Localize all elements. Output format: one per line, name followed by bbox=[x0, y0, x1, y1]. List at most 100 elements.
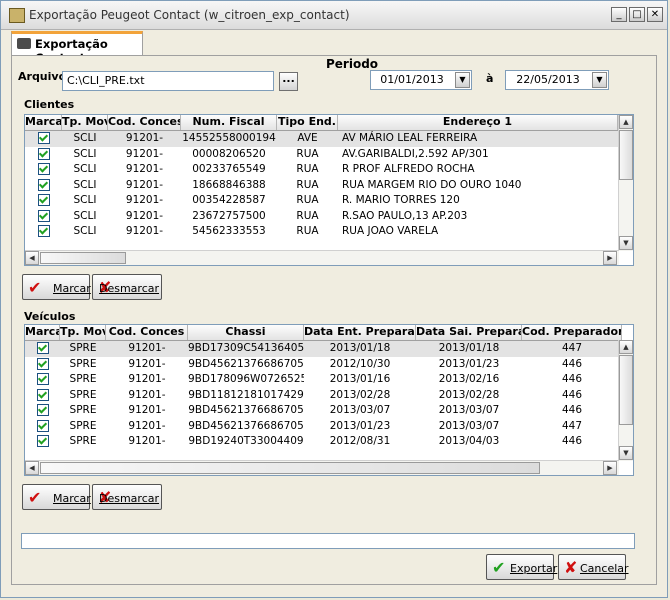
scroll-down-icon[interactable]: ▼ bbox=[619, 446, 633, 460]
table-row[interactable]: SPRE 91201- 9BD11812181017429 2013/02/28 201… bbox=[25, 388, 622, 404]
checkbox[interactable] bbox=[37, 225, 50, 237]
marca-cell[interactable] bbox=[25, 434, 60, 450]
table-row[interactable]: SCLI 91201- 23672757500 RUA R.SAO PAULO,13 A… bbox=[25, 209, 618, 225]
marca-cell[interactable] bbox=[25, 419, 60, 435]
marca-cell[interactable] bbox=[25, 178, 62, 194]
veiculos-cell-ent: 2013/01/23 bbox=[329, 419, 391, 432]
table-row[interactable]: SCLI 91201- 18668846388 RUA RUA MARGEM RIO D… bbox=[25, 178, 618, 194]
table-row[interactable]: SPRE 91201- 9BD17309C54136405 2013/01/18 201… bbox=[25, 341, 622, 357]
checkbox[interactable] bbox=[36, 342, 49, 354]
exportar-button[interactable]: ✔ Exportar bbox=[486, 554, 557, 580]
veiculos-cell-ent: 2013/01/18 bbox=[329, 342, 391, 354]
scroll-thumb[interactable] bbox=[40, 462, 540, 474]
veiculos-desmarcar-button[interactable]: ✘ Desmarcar bbox=[92, 484, 162, 510]
checkbox[interactable] bbox=[36, 435, 49, 447]
veiculos-cell-prep: 446 bbox=[561, 388, 583, 401]
tab-exportacao-contact[interactable]: Exportação Contact bbox=[11, 31, 143, 65]
checkbox[interactable] bbox=[37, 194, 50, 206]
clientes-desmarcar-button[interactable]: ✘ Desmarcar bbox=[92, 274, 162, 300]
clientes-marcar-button[interactable]: ✔ Marcar bbox=[22, 274, 91, 300]
table-row[interactable]: SPRE 91201- 9BD45621376686705 2012/10/30 201… bbox=[25, 357, 622, 373]
clientes-column-header[interactable]: Marca bbox=[25, 115, 62, 130]
veiculos-cell-prep: 446 bbox=[561, 373, 583, 385]
arquivo-input[interactable]: C:\CLI_PRE.txt bbox=[62, 71, 274, 91]
scroll-left-icon[interactable]: ◀ bbox=[25, 251, 39, 265]
veiculos-cell-sai: 2013/04/03 bbox=[438, 435, 500, 447]
veiculos-column-header[interactable]: Data Ent. Preparador bbox=[304, 325, 416, 340]
scroll-thumb[interactable] bbox=[40, 252, 126, 264]
clientes-vertical-scrollbar[interactable]: ▲ ▼ bbox=[618, 115, 633, 251]
app-icon bbox=[9, 8, 25, 23]
checkbox[interactable] bbox=[37, 178, 50, 191]
veiculos-cell-cod: 91201- bbox=[128, 342, 166, 354]
table-row[interactable]: SPRE 91201- 9BD45621376686705 2013/03/07 201… bbox=[25, 403, 622, 419]
periodo-to-value: 22/05/2013 bbox=[516, 73, 580, 86]
marca-cell[interactable] bbox=[25, 403, 60, 419]
checkbox[interactable] bbox=[37, 132, 50, 144]
veiculos-column-header[interactable]: Marca bbox=[25, 325, 60, 340]
checkbox[interactable] bbox=[37, 163, 50, 175]
veiculos-marcar-button[interactable]: ✔ Marcar bbox=[22, 484, 91, 510]
marca-cell[interactable] bbox=[25, 372, 60, 388]
checkbox[interactable] bbox=[36, 357, 49, 370]
table-row[interactable]: SPRE 91201- 9BD45621376686705 2013/01/23 201… bbox=[25, 419, 622, 435]
table-row[interactable]: SCLI 91201- 14552558000194 AVE AV MÁRIO LEAL… bbox=[25, 131, 618, 147]
scroll-up-icon[interactable]: ▲ bbox=[619, 340, 633, 354]
chevron-down-icon[interactable]: ▼ bbox=[592, 72, 607, 88]
scroll-thumb[interactable] bbox=[619, 130, 633, 180]
clientes-column-header[interactable]: Tipo End. bbox=[277, 115, 338, 130]
marca-cell[interactable] bbox=[25, 147, 62, 163]
clientes-horizontal-scrollbar[interactable]: ◀ ▶ bbox=[25, 250, 619, 265]
marca-cell[interactable] bbox=[25, 131, 62, 147]
veiculos-grid[interactable]: Marca Tp. Mov Cod. Conces Chassi Data Ent. P… bbox=[24, 324, 634, 476]
veiculos-cell-ent: 2013/02/28 bbox=[329, 388, 391, 401]
marca-cell[interactable] bbox=[25, 357, 60, 373]
clientes-column-header[interactable]: Num. Fiscal bbox=[181, 115, 277, 130]
checkbox[interactable] bbox=[36, 373, 49, 385]
checkbox[interactable] bbox=[36, 419, 49, 432]
browse-button[interactable]: ... bbox=[279, 72, 298, 91]
table-row[interactable]: SCLI 91201- 54562333553 RUA RUA JOAO VARELA bbox=[25, 224, 618, 240]
chevron-down-icon[interactable]: ▼ bbox=[455, 72, 470, 88]
checkbox[interactable] bbox=[37, 209, 50, 222]
check-icon: ✔ bbox=[28, 278, 42, 297]
table-row[interactable]: SPRE 91201- 9BD178096W0726525 2013/01/16 201… bbox=[25, 372, 622, 388]
table-row[interactable]: SCLI 91201- 00354228587 RUA R. MARIO TORRES … bbox=[25, 193, 618, 209]
periodo-from-select[interactable]: 01/01/2013 ▼ bbox=[370, 70, 472, 90]
veiculos-column-header[interactable]: Cod. Preparador bbox=[522, 325, 622, 340]
veiculos-column-header[interactable]: Chassi bbox=[188, 325, 304, 340]
scroll-left-icon[interactable]: ◀ bbox=[25, 461, 39, 475]
table-row[interactable]: SCLI 91201- 00233765549 RUA R PROF ALFREDO R… bbox=[25, 162, 618, 178]
scroll-up-icon[interactable]: ▲ bbox=[619, 115, 633, 129]
periodo-from-value: 01/01/2013 bbox=[380, 73, 444, 86]
checkbox[interactable] bbox=[36, 388, 49, 401]
veiculos-horizontal-scrollbar[interactable]: ◀ ▶ bbox=[25, 460, 619, 475]
table-row[interactable]: SPRE 91201- 9BD19240T33004409 2012/08/31 201… bbox=[25, 434, 622, 450]
close-button[interactable]: ✕ bbox=[647, 7, 663, 22]
clientes-grid[interactable]: Marca Tp. Mov Cod. Conces Num. Fiscal Tipo E… bbox=[24, 114, 634, 266]
scroll-right-icon[interactable]: ▶ bbox=[603, 251, 617, 265]
minimize-button[interactable]: _ bbox=[611, 7, 627, 22]
cancelar-button[interactable]: ✘ Cancelar bbox=[558, 554, 629, 580]
veiculos-vertical-scrollbar[interactable]: ▲ ▼ bbox=[618, 340, 633, 461]
marca-cell[interactable] bbox=[25, 209, 62, 225]
scroll-down-icon[interactable]: ▼ bbox=[619, 236, 633, 250]
periodo-to-select[interactable]: 22/05/2013 ▼ bbox=[505, 70, 609, 90]
scroll-thumb[interactable] bbox=[619, 355, 633, 425]
veiculos-column-header[interactable]: Cod. Conces bbox=[106, 325, 188, 340]
checkbox[interactable] bbox=[37, 147, 50, 160]
marca-cell[interactable] bbox=[25, 224, 62, 240]
marca-cell[interactable] bbox=[25, 388, 60, 404]
marca-cell[interactable] bbox=[25, 341, 60, 357]
marca-cell[interactable] bbox=[25, 193, 62, 209]
veiculos-column-header[interactable]: Tp. Mov bbox=[60, 325, 106, 340]
veiculos-column-header[interactable]: Data Sai. Preparador bbox=[416, 325, 522, 340]
clientes-column-header[interactable]: Endereço 1 bbox=[338, 115, 618, 130]
scroll-right-icon[interactable]: ▶ bbox=[603, 461, 617, 475]
clientes-column-header[interactable]: Tp. Mov bbox=[62, 115, 108, 130]
table-row[interactable]: SCLI 91201- 00008206520 RUA AV.GARIBALDI,2.5… bbox=[25, 147, 618, 163]
marca-cell[interactable] bbox=[25, 162, 62, 178]
maximize-button[interactable]: □ bbox=[629, 7, 645, 22]
checkbox[interactable] bbox=[36, 404, 49, 416]
clientes-column-header[interactable]: Cod. Conces bbox=[108, 115, 181, 130]
